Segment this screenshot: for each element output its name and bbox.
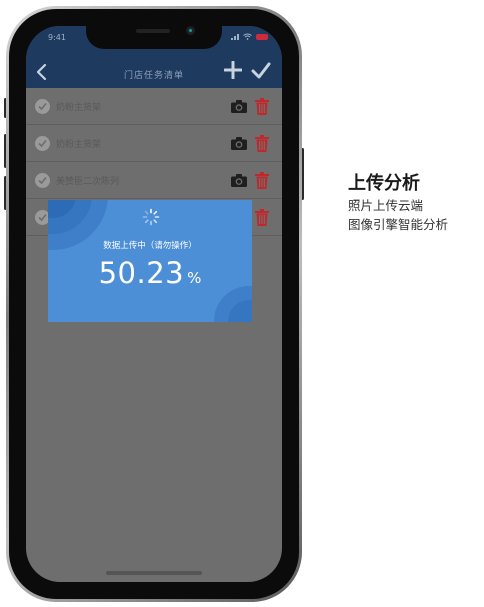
plus-icon xyxy=(223,60,243,80)
upload-progress: 50.23% xyxy=(48,256,252,290)
battery-icon xyxy=(256,33,268,40)
caption-line: 照片上传云端 xyxy=(348,198,424,213)
task-label: 奶粉主货架 xyxy=(56,103,102,113)
trash-icon[interactable] xyxy=(255,98,269,115)
trash-icon[interactable] xyxy=(255,135,269,152)
wifi-icon xyxy=(243,33,252,40)
camera-icon[interactable] xyxy=(231,100,247,113)
task-label: 奶粉主货架 xyxy=(56,140,102,150)
task-row[interactable]: 美赞臣二次陈列 xyxy=(26,162,282,199)
task-row[interactable]: 奶粉主货架 xyxy=(26,125,282,162)
check-circle-icon[interactable] xyxy=(35,99,50,114)
phone-mockup: 9:41 门店任务清单 奶粉主货架 奶粉主货架 美赞臣二次陈列 数据上传中（请勿… xyxy=(4,6,304,602)
front-camera xyxy=(186,26,195,35)
status-icons xyxy=(231,33,268,40)
trash-icon[interactable] xyxy=(255,172,269,189)
signal-icon xyxy=(231,33,239,40)
speaker-grille xyxy=(136,29,170,33)
phone-notch xyxy=(86,21,222,49)
feature-caption: 上传分析 照片上传云端 图像引擎智能分析 xyxy=(348,172,448,234)
task-label: 美赞臣二次陈列 xyxy=(56,177,120,187)
caption-title: 上传分析 xyxy=(348,173,420,194)
trash-icon[interactable] xyxy=(255,209,269,226)
add-button[interactable] xyxy=(222,59,244,81)
check-icon[interactable] xyxy=(250,60,272,82)
check-circle-icon[interactable] xyxy=(35,173,50,188)
progress-unit: % xyxy=(187,269,202,287)
loading-spinner-icon xyxy=(142,208,160,226)
task-row[interactable]: 奶粉主货架 xyxy=(26,88,282,125)
home-indicator xyxy=(106,571,202,575)
status-time: 9:41 xyxy=(48,33,66,42)
check-circle-icon[interactable] xyxy=(35,136,50,151)
progress-value: 50.23 xyxy=(98,256,185,290)
upload-message: 数据上传中（请勿操作） xyxy=(103,241,197,251)
camera-icon[interactable] xyxy=(231,174,247,187)
phone-screen: 9:41 门店任务清单 奶粉主货架 奶粉主货架 美赞臣二次陈列 数据上传中（请勿… xyxy=(26,26,282,582)
camera-icon[interactable] xyxy=(231,137,247,150)
caption-line: 图像引擎智能分析 xyxy=(348,217,449,232)
upload-progress-dialog: 数据上传中（请勿操作） 50.23% xyxy=(48,200,252,322)
